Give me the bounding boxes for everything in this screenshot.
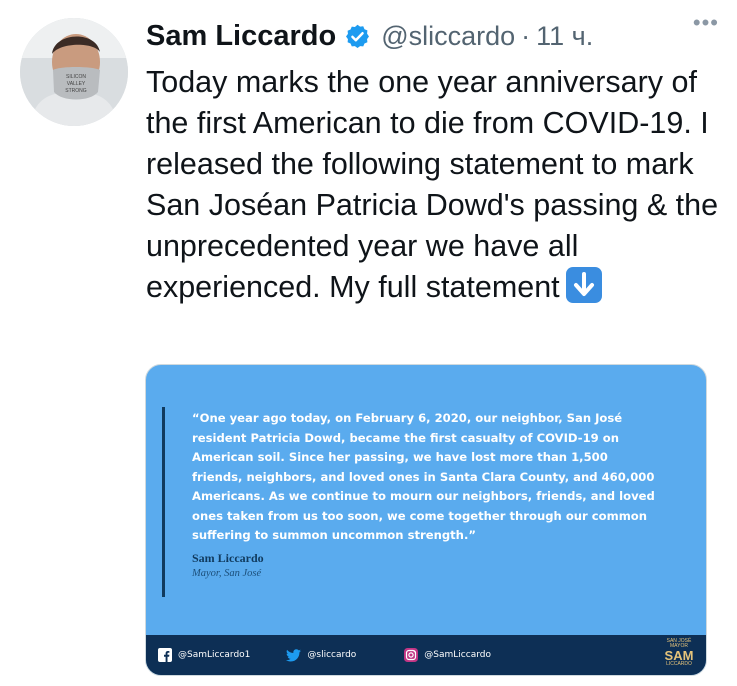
card-footer: @SamLiccardo1 @sliccardo @SamLiccardo SA… (146, 635, 706, 675)
svg-text:VALLEY: VALLEY (67, 81, 86, 87)
twitter-link: @sliccardo (286, 648, 357, 662)
user-handle[interactable]: @sliccardo (381, 21, 515, 52)
facebook-icon (158, 648, 172, 662)
twitter-handle: @sliccardo (307, 650, 357, 660)
svg-text:STRONG: STRONG (65, 88, 87, 94)
tweet-text: Today marks the one year anniversary of … (146, 62, 721, 308)
avatar-photo: SILICON VALLEY STRONG (20, 18, 128, 126)
separator-dot: · (521, 20, 531, 51)
tweet-body: Today marks the one year anniversary of … (146, 65, 727, 304)
display-name[interactable]: Sam Liccardo (146, 20, 336, 53)
signature-title: Mayor, San José (192, 568, 262, 579)
facebook-handle: @SamLiccardo1 (178, 650, 251, 660)
sam-liccardo-logo: SAN JOSÉ MAYOR SAM LICCARDO (662, 637, 696, 671)
instagram-handle: @SamLiccardo (424, 650, 491, 660)
logo-bottom-text: LICCARDO (666, 661, 692, 667)
tweet-timestamp[interactable]: 11 ч. (536, 21, 593, 52)
statement-quote: “One year ago today, on February 6, 2020… (192, 411, 655, 542)
down-arrow-emoji-icon (565, 267, 602, 303)
instagram-link: @SamLiccardo (404, 648, 491, 662)
quote-bar (162, 407, 165, 597)
media-card[interactable]: “One year ago today, on February 6, 2020… (145, 364, 707, 676)
avatar[interactable]: SILICON VALLEY STRONG (20, 18, 128, 126)
verified-badge-icon (344, 23, 371, 50)
more-options-icon[interactable]: ••• (693, 10, 719, 36)
twitter-icon (286, 648, 302, 661)
tweet-header: Sam Liccardo @sliccardo · 11 ч. (146, 14, 717, 58)
signature-name: Sam Liccardo (192, 551, 264, 565)
facebook-link: @SamLiccardo1 (158, 648, 250, 662)
svg-text:SILICON: SILICON (66, 74, 86, 80)
instagram-icon (404, 648, 419, 662)
